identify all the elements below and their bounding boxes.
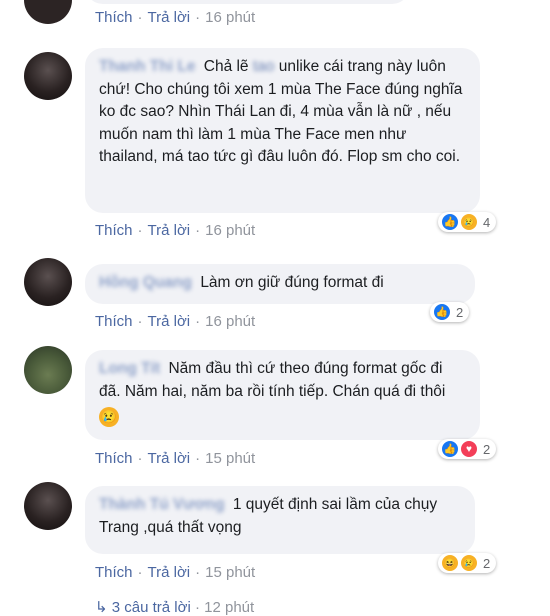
comment-bubble: Thành Tú Vương 1 quyết định sai lầm của …	[85, 486, 475, 554]
comment-bubble	[85, 0, 410, 4]
reaction-count: 2	[483, 441, 491, 457]
like-icon: 👍	[441, 213, 459, 231]
separator: ·	[137, 313, 143, 330]
comment-text-blurred: tao	[252, 58, 275, 75]
reply-link[interactable]: Trả lời	[148, 450, 191, 467]
comment-author[interactable]: Thành Tú Vương	[99, 494, 225, 517]
sad-icon: 😢	[460, 554, 478, 572]
comment-actions: Thích · Trả lời · 15 phút	[95, 564, 255, 581]
separator: ·	[195, 450, 201, 467]
comment-actions: Thích · Trả lời · 16 phút	[95, 222, 255, 239]
comment-time[interactable]: 15 phút	[205, 450, 255, 467]
reply-arrow-icon: ↳	[95, 599, 108, 616]
comment-actions: Thích · Trả lời · 16 phút	[95, 313, 255, 330]
separator: ·	[137, 9, 143, 26]
like-link[interactable]: Thích	[95, 9, 133, 26]
reply-link[interactable]: Trả lời	[148, 9, 191, 26]
like-link[interactable]: Thích	[95, 222, 133, 239]
avatar[interactable]	[24, 258, 72, 306]
comment-time[interactable]: 15 phút	[205, 564, 255, 581]
sad-icon: 😢	[460, 213, 478, 231]
separator: ·	[137, 222, 143, 239]
reply-link[interactable]: Trả lời	[148, 564, 191, 581]
reaction-summary[interactable]: 👍 😢 4	[438, 212, 497, 232]
like-link[interactable]: Thích	[95, 450, 133, 467]
like-icon: 👍	[441, 440, 459, 458]
avatar[interactable]	[24, 346, 72, 394]
reaction-count: 2	[456, 304, 464, 320]
comment-author[interactable]: Hồng Quang	[99, 272, 192, 295]
like-link[interactable]: Thích	[95, 313, 133, 330]
comment-author[interactable]: Long Tít	[99, 358, 160, 381]
reaction-count: 4	[483, 214, 491, 230]
avatar[interactable]	[24, 482, 72, 530]
comment-actions: Thích · Trả lời · 16 phút	[95, 9, 255, 26]
replies-time: 12 phút	[204, 599, 255, 616]
reply-link[interactable]: Trả lời	[148, 313, 191, 330]
separator: ·	[195, 222, 201, 239]
reaction-count: 2	[483, 555, 491, 571]
replies-count[interactable]: 3 câu trả lời	[112, 599, 191, 616]
crying-emoji: 😢	[99, 407, 119, 427]
reaction-summary[interactable]: 👍 ♥ 2	[438, 439, 497, 459]
reaction-summary[interactable]: 😆 😢 2	[438, 553, 497, 573]
separator: ·	[195, 9, 201, 26]
separator: ·	[195, 564, 201, 581]
haha-icon: 😆	[441, 554, 459, 572]
like-icon: 👍	[433, 303, 451, 321]
reaction-summary[interactable]: 👍 2	[430, 302, 470, 322]
comment-bubble: Hồng Quang Làm ơn giữ đúng format đi	[85, 264, 475, 304]
avatar[interactable]	[24, 0, 72, 24]
separator: ·	[137, 450, 143, 467]
separator: ·	[137, 564, 143, 581]
comment-text: Làm ơn giữ đúng format đi	[200, 274, 384, 291]
comment-time[interactable]: 16 phút	[205, 313, 255, 330]
avatar[interactable]	[24, 52, 72, 100]
view-replies-link[interactable]: ↳ 3 câu trả lời · 12 phút	[95, 598, 254, 616]
separator: ·	[195, 313, 201, 330]
comment-bubble: Long Tít Năm đầu thì cứ theo đúng format…	[85, 350, 480, 440]
comment-time[interactable]: 16 phút	[205, 222, 255, 239]
comment-actions: Thích · Trả lời · 15 phút	[95, 450, 255, 467]
comment-bubble: Thanh Thi Le Chả lẽ tao unlike cái trang…	[85, 48, 480, 213]
comment-time[interactable]: 16 phút	[205, 9, 255, 26]
love-icon: ♥	[460, 440, 478, 458]
comment-author[interactable]: Thanh Thi Le	[99, 56, 195, 79]
like-link[interactable]: Thích	[95, 564, 133, 581]
separator: ·	[194, 599, 200, 616]
comment-text-pre: Chả lẽ	[203, 58, 249, 75]
reply-link[interactable]: Trả lời	[148, 222, 191, 239]
